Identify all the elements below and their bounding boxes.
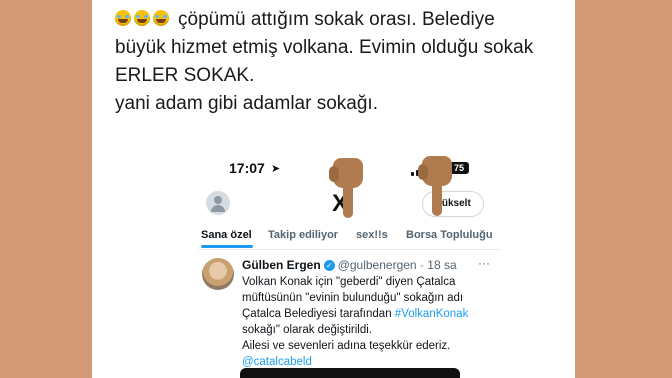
laughing-tears-icon bbox=[134, 10, 150, 26]
tweet-time: · 18 sa bbox=[419, 258, 457, 272]
location-arrow-icon: ➤ bbox=[271, 163, 281, 175]
tweet[interactable]: Gülben Ergen ✓ @gulbenergen · 18 sa ··· Vo… bbox=[198, 250, 502, 378]
pointing-down-hand-icon bbox=[329, 158, 367, 220]
tweet-line-4: sokağı" olarak değiştirildi. bbox=[242, 324, 373, 336]
tweet-body: Volkan Konak için "geberdi" diyen Çatalc… bbox=[242, 274, 502, 370]
tweet-media[interactable] bbox=[240, 368, 460, 378]
hashtag-link[interactable]: #VolkanKonak bbox=[395, 308, 469, 320]
timeline-tabs: Sana özel Takip ediliyor sex!!s Borsa To… bbox=[198, 224, 502, 248]
profile-avatar[interactable] bbox=[206, 191, 230, 215]
author-avatar[interactable] bbox=[202, 258, 234, 290]
tweet-line-3-text: Çatalca Belediyesi tarafından bbox=[242, 308, 392, 320]
active-tab-indicator bbox=[201, 245, 253, 248]
caption-line-4: yani adam gibi adamlar sokağı. bbox=[115, 93, 378, 114]
post-card: çöpümü attığım sokak orası. Belediye büy… bbox=[92, 0, 575, 378]
author-handle[interactable]: @gulbenergen bbox=[338, 258, 417, 272]
pointing-down-hand-icon bbox=[418, 156, 456, 218]
tweet-line-1: Volkan Konak için "geberdi" diyen Çatalc… bbox=[242, 276, 456, 288]
caption-line-1: çöpümü attığım sokak orası. Belediye bbox=[115, 6, 565, 34]
author-name[interactable]: Gülben Ergen bbox=[242, 258, 321, 272]
tweet-line-3: Çatalca Belediyesi tarafından #VolkanKon… bbox=[242, 306, 502, 322]
tab-sexiss[interactable]: sex!!s bbox=[356, 229, 388, 241]
tab-borsa-toplulugu[interactable]: Borsa Topluluğu bbox=[406, 229, 493, 241]
tab-sana-ozel[interactable]: Sana özel bbox=[201, 229, 252, 241]
laughing-tears-icon bbox=[115, 10, 131, 26]
verified-badge-icon: ✓ bbox=[323, 260, 335, 271]
caption-line-2: büyük hizmet etmiş volkana. Evimin olduğ… bbox=[115, 37, 534, 58]
tweet-header: Gülben Ergen ✓ @gulbenergen · 18 sa bbox=[242, 258, 457, 272]
caption-text-1: çöpümü attığım sokak orası. Belediye bbox=[178, 9, 495, 30]
laughing-tears-icon bbox=[153, 10, 169, 26]
post-caption: çöpümü attığım sokak orası. Belediye büy… bbox=[115, 6, 565, 118]
tweet-line-2: müftüsünün "evinin bulunduğu" sokağın ad… bbox=[242, 292, 464, 304]
status-time: 17:07 bbox=[229, 160, 265, 176]
tweet-line-5: Ailesi ve sevenleri adına teşekkür ederi… bbox=[242, 340, 451, 352]
tab-takip-ediliyor[interactable]: Takip ediliyor bbox=[268, 229, 338, 241]
more-options-icon[interactable]: ··· bbox=[478, 256, 490, 270]
caption-line-3: ERLER SOKAK. bbox=[115, 65, 255, 86]
emoji-group bbox=[115, 9, 172, 30]
embedded-screenshot: 17:07 ➤ 75 X Yükselt Sana özel Takip edi… bbox=[198, 150, 502, 378]
